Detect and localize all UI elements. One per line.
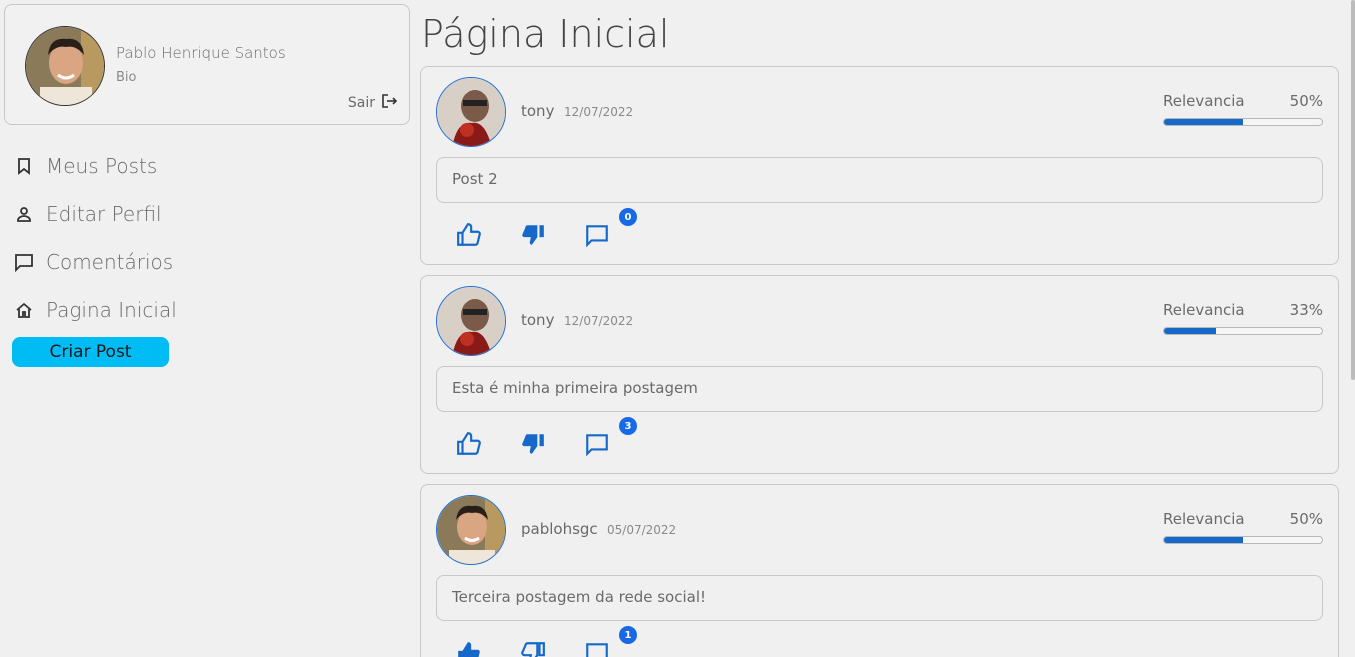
post-avatar[interactable] (436, 495, 506, 565)
dislike-icon[interactable] (520, 222, 548, 250)
relevance-fill (1164, 328, 1217, 334)
post-body: Esta é minha primeira postagem (436, 366, 1323, 412)
nav-item-label: Comentários (46, 250, 174, 274)
logout-label: Sair (347, 95, 375, 111)
dislike-icon[interactable] (520, 640, 548, 657)
nav-item-comentarios[interactable]: Comentários (10, 238, 410, 286)
nav-item-editar-perfil[interactable]: Editar Perfil (10, 190, 410, 238)
post-username[interactable]: pablohsgc (521, 520, 598, 538)
post-username[interactable]: tony (521, 311, 554, 329)
sidebar-nav: Meus Posts Editar Perfil Comentários Pag… (10, 142, 410, 334)
bookmark-icon (10, 152, 38, 180)
nav-item-label: Editar Perfil (46, 202, 162, 226)
relevance-fill (1164, 537, 1243, 543)
post-avatar[interactable] (436, 77, 506, 147)
post-username[interactable]: tony (521, 102, 554, 120)
profile-avatar[interactable] (25, 26, 105, 106)
relevance-value: 50% (1289, 510, 1323, 528)
like-icon[interactable] (456, 222, 484, 250)
relevance-bar (1163, 327, 1323, 335)
create-post-button[interactable]: Criar Post (12, 337, 169, 367)
post-body: Post 2 (436, 157, 1323, 203)
logout-icon (381, 93, 398, 113)
post-date: 05/07/2022 (607, 523, 677, 537)
comment-icon[interactable] (584, 222, 612, 250)
post-card: tony 12/07/2022 Relevancia 33% Esta é mi… (420, 275, 1339, 474)
nav-item-pagina-inicial[interactable]: Pagina Inicial (10, 286, 410, 334)
post-date: 12/07/2022 (564, 105, 634, 119)
comment-count-badge: 0 (619, 208, 637, 226)
home-icon (10, 296, 38, 324)
relevance-value: 33% (1289, 301, 1323, 319)
comment-icon (10, 248, 38, 276)
like-icon[interactable] (456, 640, 484, 657)
profile-name: Pablo Henrique Santos (116, 44, 286, 62)
relevance-label: Relevancia (1163, 510, 1245, 528)
comment-count-badge: 1 (619, 626, 637, 644)
comment-icon[interactable] (584, 431, 612, 459)
comment-icon[interactable] (584, 640, 612, 657)
relevance-label: Relevancia (1163, 301, 1245, 319)
post-avatar[interactable] (436, 286, 506, 356)
relevance-bar (1163, 536, 1323, 544)
profile-bio: Bio (116, 70, 137, 85)
dislike-icon[interactable] (520, 431, 548, 459)
post-card: tony 12/07/2022 Relevancia 50% Post 2 0 (420, 66, 1339, 265)
nav-item-label: Meus Posts (46, 154, 158, 178)
relevance-value: 50% (1289, 92, 1323, 110)
comment-count-badge: 3 (619, 417, 637, 435)
post-card: pablohsgc 05/07/2022 Relevancia 50% Terc… (420, 484, 1339, 657)
profile-card: Pablo Henrique Santos Bio Sair (4, 4, 410, 125)
nav-item-meus-posts[interactable]: Meus Posts (10, 142, 410, 190)
relevance-fill (1164, 119, 1243, 125)
page-title: Página Inicial (421, 12, 670, 56)
like-icon[interactable] (456, 431, 484, 459)
logout-button[interactable]: Sair (347, 93, 398, 113)
relevance-bar (1163, 118, 1323, 126)
person-icon (10, 200, 38, 228)
scrollbar[interactable] (1351, 0, 1355, 380)
post-body: Terceira postagem da rede social! (436, 575, 1323, 621)
relevance-label: Relevancia (1163, 92, 1245, 110)
nav-item-label: Pagina Inicial (46, 298, 177, 322)
post-date: 12/07/2022 (564, 314, 634, 328)
